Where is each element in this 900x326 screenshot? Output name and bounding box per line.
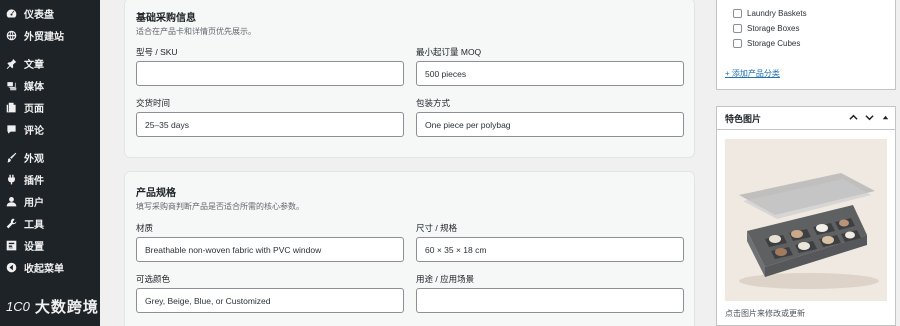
- globe-icon: [5, 29, 17, 41]
- colors-label: 可选颜色: [136, 274, 171, 284]
- lead-time-input[interactable]: 25–35 days: [136, 112, 404, 137]
- menu-item-posts[interactable]: 文章: [0, 52, 100, 74]
- panel-title: 特色图片: [725, 113, 762, 124]
- moq-label: 最小起订量 MOQ: [416, 47, 482, 57]
- section-description: 适合在产品卡和详情页优先展示。: [136, 27, 256, 36]
- colors-input[interactable]: Grey, Beige, Blue, or Customized: [136, 288, 404, 313]
- panel-controls: [848, 112, 891, 123]
- size-label: 尺寸 / 规格: [416, 223, 458, 233]
- section-description: 填写采购商判断产品是否适合所需的核心参数。: [136, 202, 304, 211]
- paintbrush-icon: [5, 151, 17, 163]
- featured-image[interactable]: [725, 139, 887, 301]
- comment-icon: [5, 123, 17, 135]
- packaging-label: 包装方式: [416, 98, 451, 108]
- menu-label: 收起菜单: [24, 263, 64, 275]
- chevron-down-icon[interactable]: [864, 112, 875, 123]
- checkbox[interactable]: [733, 39, 742, 48]
- menu-item-comments[interactable]: 评论: [0, 118, 100, 140]
- plugin-icon: [5, 173, 17, 185]
- menu-label: 媒体: [24, 81, 44, 93]
- lead-time-label: 交货时间: [136, 98, 171, 108]
- menu-item-site-builder[interactable]: 外贸建站: [0, 24, 100, 46]
- dashboard-icon: [5, 7, 17, 19]
- user-icon: [5, 195, 17, 207]
- add-category-link[interactable]: + 添加产品分类: [725, 68, 780, 79]
- packaging-input[interactable]: One piece per polybag: [416, 112, 684, 137]
- checkbox[interactable]: [733, 24, 742, 33]
- caret-up-icon[interactable]: [880, 112, 891, 123]
- watermark-logo: 1C0: [6, 299, 30, 314]
- collapse-icon: [5, 261, 17, 273]
- menu-item-tools[interactable]: 工具: [0, 212, 100, 234]
- category-checkbox[interactable]: Laundry Baskets: [733, 9, 807, 18]
- section-title: 产品规格: [136, 188, 176, 199]
- main-content: 基础采购信息 适合在产品卡和详情页优先展示。 型号 / SKU 最小起订量 MO…: [100, 0, 705, 326]
- right-sidebar: Laundry Baskets Storage Boxes Storage Cu…: [705, 0, 900, 326]
- category-label: Storage Boxes: [747, 24, 800, 33]
- usage-input[interactable]: [416, 288, 684, 313]
- basic-info-card: 基础采购信息 适合在产品卡和详情页优先展示。 型号 / SKU 最小起订量 MO…: [124, 0, 695, 158]
- admin-sidebar: 仪表盘 外贸建站 文章 媒体 页面 评论 外观 插件 用户 工具 设置 收起菜单…: [0, 0, 100, 326]
- storage-box-image: [725, 139, 887, 301]
- moq-input[interactable]: 500 pieces: [416, 61, 684, 86]
- sku-input[interactable]: [136, 61, 404, 86]
- menu-item-appearance[interactable]: 外观: [0, 146, 100, 168]
- menu-item-users[interactable]: 用户: [0, 190, 100, 212]
- menu-label: 用户: [24, 197, 44, 209]
- category-label: Laundry Baskets: [747, 9, 807, 18]
- menu-label: 仪表盘: [24, 9, 54, 21]
- category-label: Storage Cubes: [747, 39, 801, 48]
- usage-label: 用途 / 应用场景: [416, 274, 475, 284]
- section-title: 基础采购信息: [136, 13, 196, 24]
- menu-item-settings[interactable]: 设置: [0, 234, 100, 256]
- wrench-icon: [5, 217, 17, 229]
- menu-label: 文章: [24, 59, 44, 71]
- watermark: 1C0 大数跨境: [6, 296, 99, 317]
- menu-label: 设置: [24, 241, 44, 253]
- featured-image-panel: 特色图片 点击图片来修改或更新: [716, 106, 896, 326]
- menu-item-pages[interactable]: 页面: [0, 96, 100, 118]
- material-label: 材质: [136, 223, 154, 233]
- menu-label: 外贸建站: [24, 31, 64, 43]
- material-input[interactable]: Breathable non-woven fabric with PVC win…: [136, 237, 404, 262]
- page-icon: [5, 101, 17, 113]
- menu-label: 插件: [24, 175, 44, 187]
- category-checkbox[interactable]: Storage Boxes: [733, 24, 799, 33]
- media-icon: [5, 79, 17, 91]
- settings-icon: [5, 239, 17, 251]
- watermark-text: 大数跨境: [34, 299, 99, 316]
- chevron-up-icon[interactable]: [848, 112, 859, 123]
- menu-item-collapse[interactable]: 收起菜单: [0, 256, 100, 278]
- menu-label: 评论: [24, 125, 44, 137]
- menu-item-plugins[interactable]: 插件: [0, 168, 100, 190]
- menu-item-dashboard[interactable]: 仪表盘: [0, 2, 100, 24]
- size-input[interactable]: 60 × 35 × 18 cm: [416, 237, 684, 262]
- menu-item-media[interactable]: 媒体: [0, 74, 100, 96]
- menu-label: 页面: [24, 103, 44, 115]
- pin-icon: [5, 57, 17, 69]
- product-categories-panel: Laundry Baskets Storage Boxes Storage Cu…: [716, 0, 896, 90]
- category-checkbox[interactable]: Storage Cubes: [733, 39, 800, 48]
- menu-label: 工具: [24, 219, 44, 231]
- checkbox[interactable]: [733, 9, 742, 18]
- sku-label: 型号 / SKU: [136, 47, 178, 57]
- featured-image-hint: 点击图片来修改或更新: [725, 309, 805, 318]
- menu-label: 外观: [24, 153, 44, 165]
- spec-card: 产品规格 填写采购商判断产品是否适合所需的核心参数。 材质 Breathable…: [124, 171, 695, 326]
